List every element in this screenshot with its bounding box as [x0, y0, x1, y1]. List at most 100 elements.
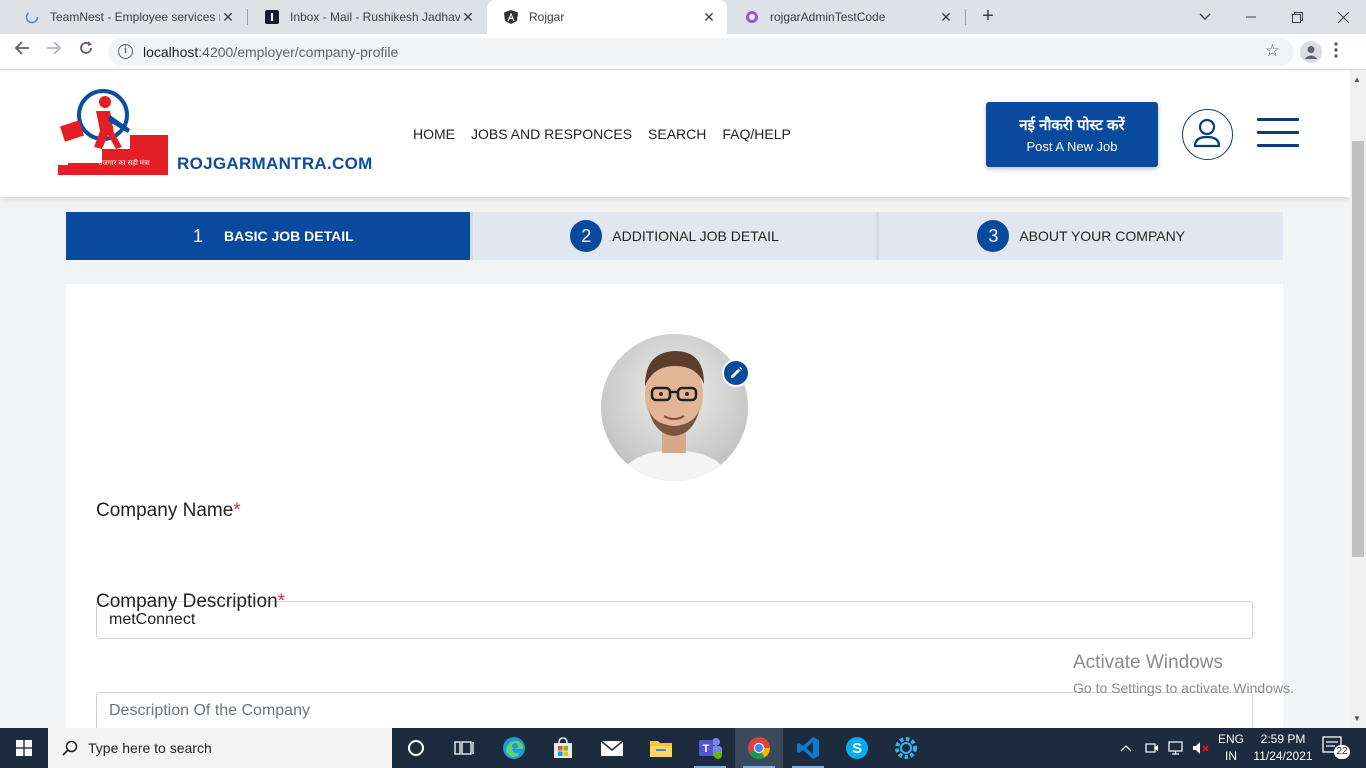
taskbar-search-box[interactable]: Type here to search: [48, 728, 392, 768]
forward-button[interactable]: [42, 40, 66, 64]
step-number: 2: [570, 220, 603, 252]
company-profile-avatar: [601, 334, 748, 481]
browser-tab-rojgar[interactable]: Rojgar ✕: [487, 0, 727, 34]
hamburger-menu-button[interactable]: [1257, 118, 1299, 148]
scroll-down-arrow-icon[interactable]: ▼: [1353, 714, 1361, 723]
step-number: 3: [977, 220, 1010, 252]
edge-taskbar-button[interactable]: [490, 728, 538, 768]
profile-photo-icon: [601, 334, 748, 481]
input-language-indicator[interactable]: ENG IN: [1218, 731, 1244, 765]
new-tab-button[interactable]: +: [976, 5, 1000, 29]
system-tray: [1120, 728, 1210, 768]
notification-center-button[interactable]: 22: [1322, 736, 1350, 760]
activate-windows-watermark: Activate Windows Go to Settings to activ…: [1073, 652, 1294, 696]
scroll-up-arrow-icon[interactable]: ▲: [1353, 75, 1361, 84]
url-text: localhost:4200/employer/company-profile: [143, 44, 399, 60]
settings-app-taskbar-button[interactable]: [882, 728, 930, 768]
mail-app-icon: [264, 9, 280, 25]
back-button[interactable]: [10, 40, 34, 64]
restore-button[interactable]: [1274, 0, 1320, 34]
info-icon[interactable]: i: [118, 44, 133, 59]
clock-date: 11/24/2021: [1253, 749, 1313, 763]
step-basic-job-detail[interactable]: 1 BASIC JOB DETAIL: [66, 212, 470, 260]
taskbar-clock[interactable]: 2:59 PM 11/24/2021: [1248, 731, 1318, 765]
post-new-job-button[interactable]: नई नौकरी पोस्ट करें Post A New Job: [986, 102, 1158, 167]
post-job-hindi-label: नई नौकरी पोस्ट करें: [1019, 117, 1125, 134]
page-scrollbar[interactable]: ▲ ▼: [1350, 71, 1366, 728]
main-nav: HOME JOBS AND RESPONCES SEARCH FAQ/HELP: [413, 126, 791, 142]
teams-taskbar-button[interactable]: T: [686, 728, 734, 768]
tab-label: Inbox - Mail - Rushikesh Jadhav: [290, 10, 460, 24]
mail-taskbar-button[interactable]: [588, 728, 636, 768]
gear-icon: [895, 737, 917, 759]
chrome-taskbar-button[interactable]: [735, 728, 783, 768]
browser-tab-admin-test[interactable]: rojgarAdminTestCode ✕: [728, 0, 964, 34]
reload-icon: [80, 41, 92, 54]
close-icon[interactable]: ✕: [701, 9, 717, 26]
task-view-button[interactable]: [440, 728, 488, 768]
arrow-right-icon: [47, 41, 62, 55]
store-icon: [554, 737, 572, 758]
cortana-button[interactable]: [392, 728, 440, 768]
nav-home[interactable]: HOME: [413, 126, 455, 142]
nav-search[interactable]: SEARCH: [648, 126, 706, 142]
reload-button[interactable]: [74, 40, 98, 64]
close-icon[interactable]: ✕: [460, 9, 476, 26]
post-job-english-label: Post A New Job: [1026, 139, 1118, 154]
tab-label: TeamNest - Employee services m: [50, 10, 220, 24]
folder-icon: [650, 741, 672, 757]
meet-now-icon[interactable]: [1145, 741, 1159, 755]
pencil-icon: [731, 366, 743, 378]
url-field[interactable]: i localhost:4200/employer/company-profil…: [108, 38, 1294, 66]
nav-faq-help[interactable]: FAQ/HELP: [722, 126, 790, 142]
edge-icon: [503, 737, 525, 759]
chevron-up-icon[interactable]: [1120, 744, 1132, 752]
browser-tab-teamnest[interactable]: TeamNest - Employee services m ✕: [8, 0, 246, 34]
site-logo[interactable]: रोजगार का सही मंत्रा ROJGARMANTRA.COM: [58, 87, 378, 179]
nav-jobs-and-responses[interactable]: JOBS AND RESPONCES: [471, 126, 632, 142]
logo-tagline: रोजगार का सही मंत्रा: [98, 160, 150, 167]
windows-taskbar: Type here to search T S ENG IN 2:59 PM 1…: [0, 728, 1366, 768]
notification-count-badge: 22: [1334, 745, 1350, 759]
close-icon[interactable]: ✕: [938, 9, 954, 26]
task-view-icon: [454, 741, 474, 755]
chrome-icon: [748, 737, 770, 759]
minimize-button[interactable]: [1228, 0, 1274, 34]
vscode-icon: [797, 737, 819, 759]
company-description-label: Company Description*: [96, 591, 286, 612]
start-button[interactable]: [0, 728, 48, 768]
svg-text:T: T: [703, 743, 710, 755]
volume-muted-icon[interactable]: [1192, 741, 1210, 755]
mail-icon: [600, 740, 624, 756]
browser-menu-button[interactable]: [1334, 40, 1338, 64]
person-icon: [1304, 46, 1318, 59]
step-additional-job-detail[interactable]: 2 ADDITIONAL JOB DETAIL: [469, 212, 877, 260]
step-about-your-company[interactable]: 3 ABOUT YOUR COMPANY: [876, 212, 1284, 260]
browser-tab-inbox[interactable]: Inbox - Mail - Rushikesh Jadhav ✕: [248, 0, 486, 34]
store-taskbar-button[interactable]: [539, 728, 587, 768]
brand-name: ROJGARMANTRA.COM: [177, 154, 373, 173]
user-account-button[interactable]: [1182, 109, 1233, 160]
menu-line: [1257, 118, 1299, 121]
form-stepper: 1 BASIC JOB DETAIL 2 ADDITIONAL JOB DETA…: [66, 212, 1284, 260]
window-close-button[interactable]: [1320, 0, 1366, 34]
network-icon[interactable]: [1168, 741, 1184, 755]
company-description-textarea[interactable]: [96, 692, 1253, 728]
required-mark: *: [277, 591, 286, 612]
file-explorer-taskbar-button[interactable]: [637, 728, 685, 768]
clock-time: 2:59 PM: [1260, 732, 1306, 746]
tab-search-button[interactable]: [1182, 0, 1228, 34]
vscode-taskbar-button[interactable]: [784, 728, 832, 768]
step-label: BASIC JOB DETAIL: [224, 228, 354, 244]
browser-profile-avatar[interactable]: [1300, 41, 1322, 63]
tab-label: Rojgar: [529, 10, 565, 24]
skype-taskbar-button[interactable]: S: [833, 728, 881, 768]
edit-photo-button[interactable]: [722, 359, 750, 387]
scrollbar-thumb[interactable]: [1352, 141, 1364, 557]
required-mark: *: [233, 500, 241, 521]
app-icon: [744, 9, 760, 25]
menu-line: [1257, 131, 1299, 134]
close-icon[interactable]: ✕: [220, 9, 236, 26]
bookmark-star-icon[interactable]: ☆: [1265, 41, 1280, 61]
menu-line: [1257, 144, 1299, 147]
